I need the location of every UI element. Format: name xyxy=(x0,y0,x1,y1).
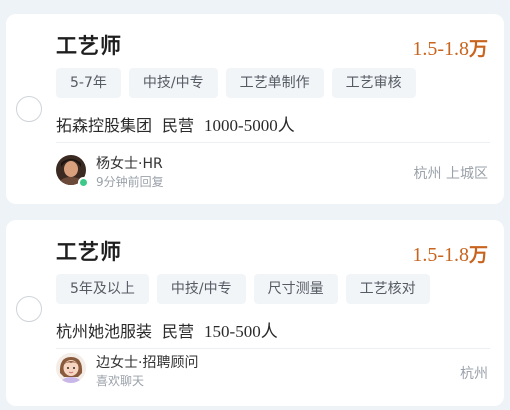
company-info: 拓森控股集团 民营 1000-5000人 xyxy=(56,111,305,136)
divider xyxy=(56,348,490,349)
salary-range: 1.5-1.8 xyxy=(412,38,469,60)
recruiter-name: 杨女士·HR xyxy=(96,156,163,172)
job-title[interactable]: 工艺师 xyxy=(56,236,122,266)
company-name[interactable]: 拓森控股集团 xyxy=(56,116,152,135)
salary: 1.5-1.8万 xyxy=(412,240,488,267)
tag-skill: 工艺核对 xyxy=(345,274,430,304)
job-card[interactable]: 工艺师 1.5-1.8万 5-7年 中技/中专 工艺单制作 工艺审核 拓森控股集… xyxy=(6,14,504,204)
company-size: 1000-5000人 xyxy=(204,116,295,135)
online-status-dot xyxy=(78,177,89,188)
company-name[interactable]: 杭州她池服装 xyxy=(56,322,152,341)
company-type: 民营 xyxy=(162,322,195,341)
company-type: 民营 xyxy=(162,116,195,135)
salary-range: 1.5-1.8 xyxy=(412,244,469,266)
tag-experience: 5年及以上 xyxy=(56,274,149,304)
recruiter-avatar[interactable] xyxy=(56,353,86,383)
job-tags: 5-7年 中技/中专 工艺单制作 工艺审核 xyxy=(56,68,416,98)
tag-skill: 尺寸测量 xyxy=(253,274,338,304)
job-tags: 5年及以上 中技/中专 尺寸测量 工艺核对 xyxy=(56,274,430,304)
recruiter-activity: 喜欢聊天 xyxy=(96,374,145,388)
job-location: 杭州 上城区 xyxy=(413,166,488,182)
salary-unit: 万 xyxy=(468,244,488,266)
tag-skill: 工艺审核 xyxy=(331,68,416,98)
tag-education: 中技/中专 xyxy=(156,274,246,304)
job-location: 杭州 xyxy=(460,366,488,382)
recruiter-activity: 9分钟前回复 xyxy=(96,175,164,189)
select-radio[interactable] xyxy=(16,296,42,322)
job-card[interactable]: 工艺师 1.5-1.8万 5年及以上 中技/中专 尺寸测量 工艺核对 杭州她池服… xyxy=(6,220,504,406)
recruiter-name: 边女士·招聘顾问 xyxy=(96,355,199,371)
select-radio[interactable] xyxy=(16,96,42,122)
tag-experience: 5-7年 xyxy=(56,68,121,98)
salary-unit: 万 xyxy=(468,38,488,60)
salary: 1.5-1.8万 xyxy=(412,34,488,61)
job-title[interactable]: 工艺师 xyxy=(56,30,122,60)
divider xyxy=(56,142,490,143)
company-info: 杭州她池服装 民营 150-500人 xyxy=(56,317,288,342)
tag-skill: 工艺单制作 xyxy=(225,68,324,98)
tag-education: 中技/中专 xyxy=(128,68,218,98)
company-size: 150-500人 xyxy=(204,322,278,341)
